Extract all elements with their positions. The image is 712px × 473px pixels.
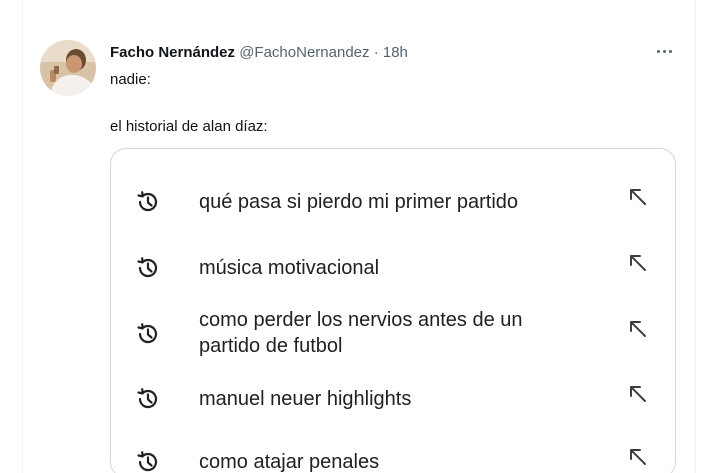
author-handle[interactable]: @FachoNernandez [239, 44, 369, 61]
arrow-up-left-icon[interactable] [625, 382, 651, 408]
author-name[interactable]: Facho Nernández [110, 44, 235, 61]
arrow-up-left-icon[interactable] [625, 185, 651, 211]
column-divider-right [695, 0, 696, 473]
more-icon-dot [656, 49, 660, 53]
arrow-up-left-icon[interactable] [625, 317, 651, 343]
history-clock-icon [137, 191, 158, 212]
tweet-header: Facho Nernández @FachoNernandez · 18h [110, 44, 408, 61]
arrow-up-left-icon[interactable] [625, 251, 651, 277]
avatar-photo [40, 40, 96, 96]
history-item-text: como perder los nervios antes de un part… [199, 309, 523, 357]
tweet[interactable]: Facho Nernández @FachoNernandez · 18h na… [0, 0, 712, 473]
more-icon-dot [662, 49, 666, 53]
history-item-text: qué pasa si pierdo mi primer partido [199, 191, 519, 213]
history-item-text: como atajar penales [199, 451, 380, 473]
tweet-text-line-2: el historial de alan díaz: [110, 118, 268, 135]
avatar[interactable] [40, 40, 96, 96]
more-icon-dot [668, 49, 672, 53]
history-item-text: manuel neuer highlights [199, 388, 412, 410]
history-clock-icon [137, 323, 158, 344]
tweet-timestamp[interactable]: 18h [383, 44, 408, 61]
arrow-up-left-icon[interactable] [625, 445, 651, 471]
tweet-text-line-1: nadie: [110, 71, 151, 88]
separator-dot: · [373, 44, 379, 61]
history-clock-icon [137, 257, 158, 278]
history-clock-icon [137, 451, 158, 472]
column-divider-left [22, 0, 23, 473]
history-clock-icon [137, 388, 158, 409]
history-item-text: música motivacional [199, 257, 380, 279]
search-history-image[interactable]: qué pasa si pierdo mi primer partido mús… [110, 148, 676, 473]
more-options-button[interactable] [652, 40, 676, 62]
